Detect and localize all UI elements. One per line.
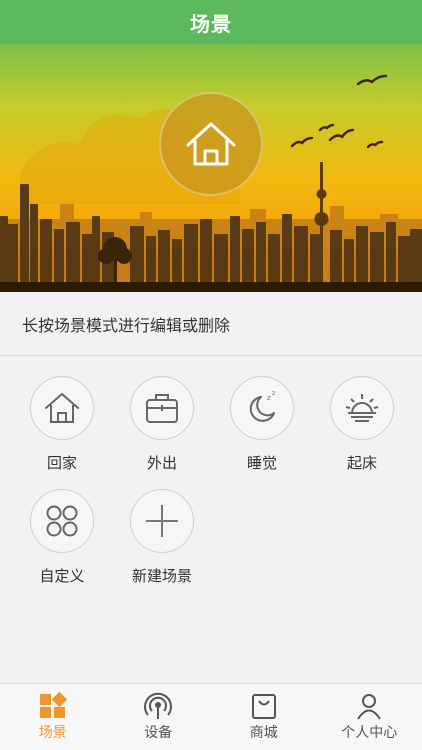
plus-icon bbox=[146, 505, 178, 537]
tab-label: 商城 bbox=[249, 725, 278, 741]
device-signal-icon bbox=[144, 692, 173, 719]
person-icon bbox=[357, 694, 382, 720]
svg-text:z: z bbox=[272, 390, 275, 397]
scene-go-home-circle[interactable] bbox=[30, 376, 94, 440]
tab-label: 设备 bbox=[144, 725, 173, 741]
shopping-bag-icon bbox=[251, 694, 276, 719]
scene-grid-icon bbox=[39, 692, 67, 718]
scene-label: 睡觉 bbox=[246, 454, 277, 472]
scene-sleep-circle[interactable]: z z bbox=[230, 376, 294, 440]
scene-go-home[interactable]: 回家 bbox=[12, 376, 112, 473]
svg-text:z: z bbox=[267, 394, 271, 402]
top-navigation-bar: 场景 bbox=[0, 0, 422, 44]
scene-go-out-circle[interactable] bbox=[130, 376, 194, 440]
scene-wake-up-circle[interactable] bbox=[330, 376, 394, 440]
sunrise-icon bbox=[345, 394, 379, 422]
tab-label: 场景 bbox=[38, 725, 67, 741]
scene-label: 新建场景 bbox=[131, 567, 192, 585]
tab-device[interactable]: 设备 bbox=[106, 684, 212, 750]
scene-new[interactable]: 新建场景 bbox=[112, 489, 212, 586]
hero-home-button[interactable] bbox=[159, 92, 263, 196]
bottom-tab-bar: 场景 设备 商城 个人中心 bbox=[0, 683, 422, 750]
scene-label: 自定义 bbox=[39, 567, 85, 585]
moon-sleep-icon: z z bbox=[249, 390, 275, 422]
four-circles-icon bbox=[46, 505, 78, 537]
scene-custom-circle[interactable] bbox=[30, 489, 94, 553]
page-title: 场景 bbox=[190, 11, 232, 36]
scene-wake-up[interactable]: 起床 bbox=[312, 376, 412, 473]
tab-profile[interactable]: 个人中心 bbox=[317, 684, 422, 750]
scene-label: 外出 bbox=[146, 454, 177, 472]
tab-label: 个人中心 bbox=[341, 725, 398, 741]
home-icon bbox=[186, 122, 236, 166]
scene-go-out[interactable]: 外出 bbox=[112, 376, 212, 473]
edit-hint-text: 长按场景模式进行编辑或删除 bbox=[22, 315, 231, 335]
scene-custom[interactable]: 自定义 bbox=[12, 489, 112, 586]
tab-scene[interactable]: 场景 bbox=[0, 684, 106, 750]
tab-mall[interactable]: 商城 bbox=[211, 684, 317, 750]
edit-hint-bar: 长按场景模式进行编辑或删除 bbox=[0, 292, 422, 356]
scene-label: 起床 bbox=[346, 454, 377, 472]
briefcase-icon bbox=[146, 394, 178, 423]
scene-label: 回家 bbox=[46, 454, 77, 472]
home-icon bbox=[45, 393, 79, 423]
scene-sleep[interactable]: z z 睡觉 bbox=[212, 376, 312, 473]
scene-new-circle[interactable] bbox=[130, 489, 194, 553]
